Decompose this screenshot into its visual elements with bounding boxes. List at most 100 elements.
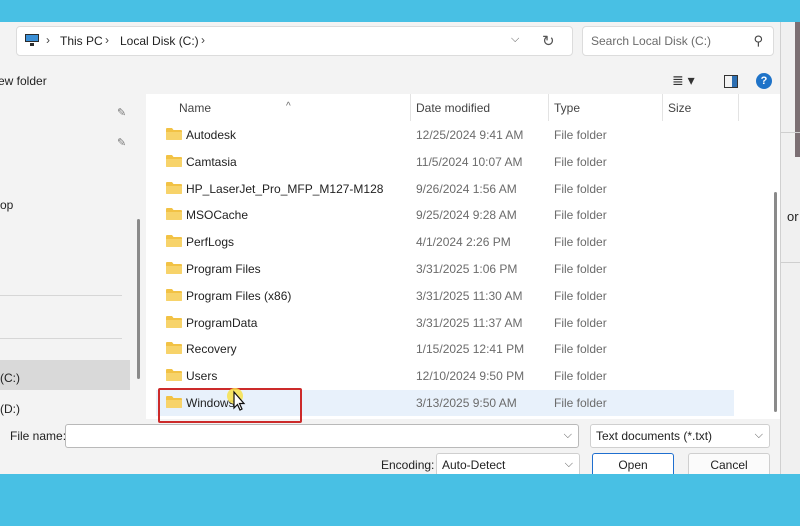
folder-icon [166, 288, 182, 301]
cancel-button[interactable]: Cancel [688, 453, 770, 474]
table-row[interactable]: Recovery 1/15/2025 12:41 PM File folder [156, 336, 734, 362]
table-row[interactable]: PerfLogs 4/1/2024 2:26 PM File folder [156, 229, 734, 255]
folder-icon [166, 342, 182, 355]
save-dialog: or › This PC › Local Disk (C:) › ⌵ ↻ Sea… [0, 22, 800, 474]
search-input[interactable]: Search Local Disk (C:) [591, 34, 711, 48]
table-row[interactable]: HP_LaserJet_Pro_MFP_M127-M128 9/26/2024 1… [156, 176, 734, 202]
row-type: File folder [554, 262, 607, 276]
chevron-down-icon[interactable]: ⌵ [564, 429, 572, 442]
row-date-modified: 3/31/2025 11:30 AM [416, 288, 523, 303]
view-options-icon[interactable]: ≣ ▾ [672, 72, 695, 89]
folder-icon [166, 235, 182, 248]
file-type-select[interactable]: Text documents (*.txt) ⌵ [590, 424, 770, 448]
column-date-modified[interactable]: Date modified [416, 101, 490, 115]
breadcrumb-local-disk[interactable]: Local Disk (C:) [120, 34, 199, 48]
file-type-value[interactable]: Text documents (*.txt) [596, 429, 712, 443]
chevron-down-icon[interactable]: ⌵ [755, 429, 763, 442]
row-type: File folder [554, 181, 607, 196]
new-folder-button[interactable]: ew folder [0, 74, 47, 88]
navigation-pane: ✎ ✎ op (C:) (D:) [0, 94, 140, 418]
background-window-text: or [787, 209, 799, 224]
row-name[interactable]: Autodesk [186, 128, 236, 142]
nav-item-drive-d[interactable]: (D:) [0, 402, 20, 416]
pin-icon[interactable]: ✎ [117, 136, 126, 149]
folder-icon [166, 208, 182, 221]
row-type: File folder [554, 235, 607, 250]
search-box[interactable]: Search Local Disk (C:) ⚲ [582, 26, 774, 56]
folder-icon [166, 181, 182, 194]
row-name[interactable]: PerfLogs [186, 235, 234, 249]
search-icon[interactable]: ⚲ [753, 33, 763, 49]
sort-ascending-icon: ^ [286, 101, 291, 112]
row-name[interactable]: Users [186, 369, 217, 383]
row-date-modified: 9/25/2024 9:28 AM [416, 208, 517, 223]
chevron-right-icon[interactable]: › [201, 33, 205, 47]
row-type: File folder [554, 369, 607, 384]
row-type: File folder [554, 288, 607, 303]
breadcrumb-this-pc[interactable]: This PC [60, 34, 103, 48]
row-type: File folder [554, 128, 607, 142]
table-row[interactable]: Camtasia 11/5/2024 10:07 AM File folder [156, 149, 734, 175]
row-type: File folder [554, 154, 607, 169]
row-date-modified: 3/31/2025 11:37 AM [416, 315, 523, 330]
folder-icon [166, 262, 182, 274]
row-date-modified: 4/1/2024 2:26 PM [416, 235, 511, 250]
column-name[interactable]: Name [179, 101, 211, 115]
row-name[interactable]: Program Files (x86) [186, 289, 291, 303]
row-date-modified: 3/31/2025 1:06 PM [416, 262, 518, 276]
row-name[interactable]: Program Files [186, 262, 261, 276]
row-name[interactable]: MSOCache [186, 208, 248, 222]
address-dropdown-icon[interactable]: ⌵ [511, 33, 519, 46]
encoding-label: Encoding: [381, 458, 435, 472]
encoding-value[interactable]: Auto-Detect [442, 458, 505, 472]
chevron-down-icon[interactable]: ⌵ [565, 458, 573, 471]
row-date-modified: 9/26/2024 1:56 AM [416, 181, 517, 196]
table-row[interactable]: Autodesk 12/25/2024 9:41 AM File folder [156, 122, 734, 148]
file-name-label: File name: [10, 429, 67, 443]
list-scrollbar[interactable] [774, 192, 777, 412]
folder-icon [166, 369, 182, 382]
address-bar[interactable]: › This PC › Local Disk (C:) › ⌵ [16, 26, 573, 56]
column-size[interactable]: Size [668, 101, 691, 115]
folder-icon [166, 128, 182, 140]
row-date-modified: 3/13/2025 9:50 AM [416, 396, 517, 410]
nav-item-local-disk-c[interactable]: (C:) [0, 371, 20, 385]
row-name[interactable]: HP_LaserJet_Pro_MFP_M127-M128 [186, 182, 383, 196]
file-name-input[interactable]: ⌵ [65, 424, 579, 448]
table-row[interactable]: Program Files 3/31/2025 1:06 PM File folde… [156, 256, 734, 282]
table-row[interactable]: MSOCache 9/25/2024 9:28 AM File folder [156, 202, 734, 228]
row-date-modified: 12/25/2024 9:41 AM [416, 128, 524, 142]
row-type: File folder [554, 396, 607, 410]
chevron-right-icon: › [46, 33, 50, 47]
table-row[interactable]: ProgramData 3/31/2025 11:37 AM File folder [156, 310, 734, 336]
this-pc-icon [25, 34, 39, 46]
table-row[interactable]: Users 12/10/2024 9:50 PM File folder [156, 363, 734, 389]
folder-icon [166, 154, 182, 167]
file-list: ^ Name Date modified Type Size Autodesk 1… [146, 94, 780, 419]
mouse-cursor-icon [227, 388, 246, 411]
column-headers: ^ Name Date modified Type Size [146, 94, 776, 121]
row-name[interactable]: Recovery [186, 342, 237, 356]
preview-pane-icon[interactable] [724, 75, 738, 88]
pin-icon[interactable]: ✎ [117, 106, 126, 119]
table-row[interactable]: Program Files (x86) 3/31/2025 11:30 AM Fil… [156, 283, 734, 309]
nav-scrollbar[interactable] [137, 219, 140, 379]
column-type[interactable]: Type [554, 101, 580, 115]
row-date-modified: 1/15/2025 12:41 PM [416, 342, 525, 357]
chevron-right-icon[interactable]: › [105, 33, 109, 47]
row-date-modified: 11/5/2024 10:07 AM [416, 154, 523, 169]
background-window: or [780, 22, 800, 474]
row-name[interactable]: Camtasia [186, 155, 237, 169]
help-icon[interactable]: ? [756, 73, 772, 89]
row-type: File folder [554, 208, 607, 223]
encoding-select[interactable]: Auto-Detect ⌵ [436, 453, 580, 474]
open-button[interactable]: Open [592, 453, 674, 474]
row-type: File folder [554, 315, 607, 330]
row-name[interactable]: ProgramData [186, 316, 257, 330]
row-date-modified: 12/10/2024 9:50 PM [416, 369, 525, 384]
nav-item-desktop[interactable]: op [0, 198, 13, 212]
refresh-icon[interactable]: ↻ [542, 32, 555, 50]
row-type: File folder [554, 342, 607, 357]
background-window-edge [795, 22, 800, 157]
folder-icon [166, 315, 182, 328]
